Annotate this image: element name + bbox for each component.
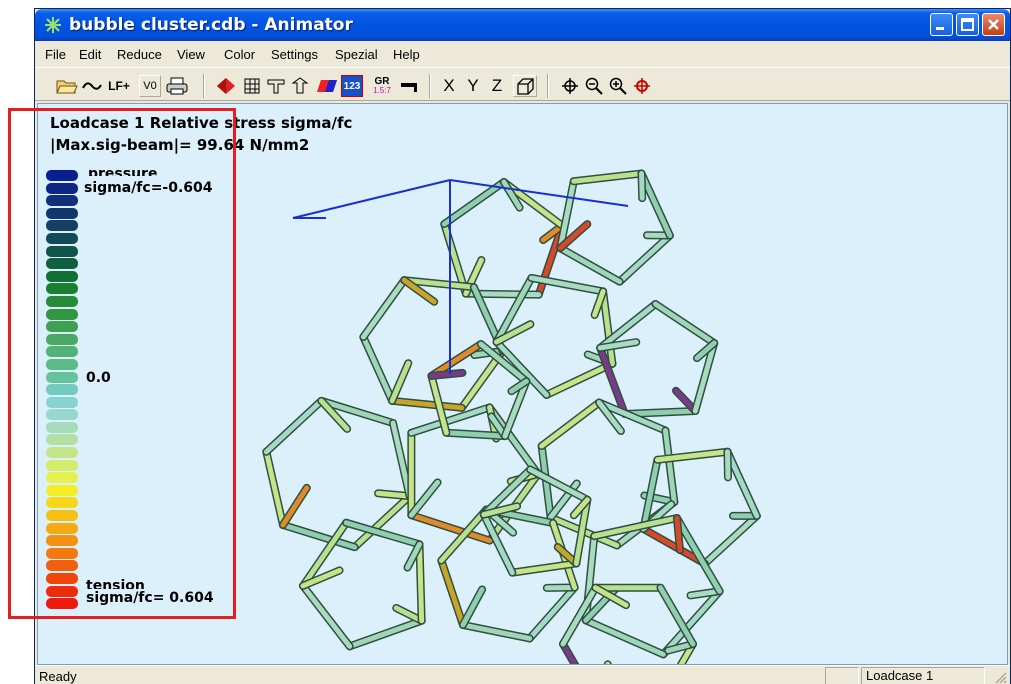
menu-view[interactable]: View: [177, 47, 205, 62]
window-title: bubble cluster.cdb - Animator: [69, 15, 353, 35]
lf-plus-button[interactable]: LF+: [105, 75, 133, 97]
gr-button[interactable]: GR 1.5:7: [369, 75, 395, 97]
status-panel-empty: [825, 667, 859, 684]
beam: [639, 170, 645, 201]
toolbar-separator: [429, 74, 431, 98]
beam: [583, 617, 666, 657]
arrow-right-icon: [401, 83, 417, 92]
menu-reduce[interactable]: Reduce: [117, 47, 162, 62]
support-button[interactable]: [289, 75, 311, 97]
close-icon: [988, 19, 999, 30]
status-text: Ready: [39, 669, 77, 684]
beam: [725, 449, 760, 519]
menu-bar: File Edit Reduce View Color Settings Spe…: [35, 43, 1010, 65]
maximize-button[interactable]: [956, 13, 979, 36]
beam: [652, 301, 717, 346]
t-beam-icon: [267, 79, 285, 94]
beam: [375, 490, 413, 499]
mesh-button[interactable]: [241, 75, 263, 97]
toolbar-separator: [547, 74, 549, 98]
view-y-button[interactable]: Y: [465, 75, 481, 97]
rotate-button[interactable]: [631, 75, 653, 97]
toolbar-separator: [203, 74, 205, 98]
beam: [347, 618, 425, 649]
render-button[interactable]: [215, 75, 237, 97]
beam: [557, 245, 623, 285]
zoom-in-button[interactable]: [607, 75, 629, 97]
beam: [702, 513, 760, 567]
render-icon: [217, 78, 235, 94]
shade-icon: [317, 80, 337, 92]
app-icon: [45, 17, 61, 33]
beam: [460, 622, 533, 641]
beam-button[interactable]: [265, 75, 287, 97]
maximize-icon: [961, 18, 974, 31]
zoom-in-icon: [609, 77, 627, 95]
beam: [300, 583, 353, 649]
resize-grip-icon[interactable]: [993, 670, 1007, 684]
zoom-out-icon: [585, 77, 603, 95]
status-loadcase: Loadcase 1: [861, 667, 985, 684]
axis-line: [292, 179, 451, 219]
beam: [544, 361, 615, 398]
curve-icon: [82, 82, 102, 90]
crosshair-icon: [562, 78, 578, 94]
shade-button[interactable]: [315, 75, 339, 97]
view-z-button[interactable]: Z: [489, 75, 505, 97]
open-file-button[interactable]: [55, 75, 79, 97]
beam: [441, 179, 507, 227]
v0-button[interactable]: V0: [139, 75, 161, 97]
beam: [360, 334, 395, 404]
menu-edit[interactable]: Edit: [79, 47, 101, 62]
support-icon: [291, 77, 309, 94]
rotate-icon: [634, 78, 650, 94]
center-button[interactable]: [559, 75, 581, 97]
beam: [438, 557, 466, 628]
cube-icon: [517, 78, 534, 95]
beam: [617, 233, 673, 285]
beam: [674, 515, 683, 553]
mesh-icon: [244, 78, 260, 94]
curve-button[interactable]: [81, 75, 103, 97]
view-iso-button[interactable]: [513, 75, 537, 97]
numbers-button[interactable]: 123: [341, 75, 363, 97]
beam: [390, 420, 413, 499]
legend-highlight-box: [8, 108, 236, 619]
minimize-button[interactable]: [930, 13, 953, 36]
scale-slider-button[interactable]: [399, 75, 421, 97]
folder-open-icon: [56, 80, 78, 94]
beam: [443, 430, 508, 439]
toolbar: LF+ V0 123 GR 1.5:7 X Y Z: [35, 67, 1010, 101]
close-button[interactable]: [982, 13, 1005, 36]
minimize-icon: [936, 27, 944, 30]
beam: [539, 400, 602, 449]
beam: [360, 277, 407, 340]
beam: [389, 360, 411, 404]
gr-sublabel: 1.5:7: [373, 86, 391, 95]
beam: [280, 485, 310, 528]
menu-file[interactable]: File: [45, 47, 66, 62]
menu-spezial[interactable]: Spezial: [335, 47, 378, 62]
zoom-out-button[interactable]: [583, 75, 605, 97]
beam: [263, 398, 324, 455]
menu-settings[interactable]: Settings: [271, 47, 318, 62]
beam: [263, 449, 286, 528]
print-button[interactable]: [165, 75, 189, 97]
beam: [428, 370, 465, 379]
beam: [460, 586, 485, 628]
beam: [389, 398, 465, 411]
beam: [416, 541, 425, 624]
menu-color[interactable]: Color: [224, 47, 255, 62]
status-bar: Ready Loadcase 1: [35, 665, 1010, 684]
title-bar[interactable]: bubble cluster.cdb - Animator: [35, 9, 1010, 41]
gr-label: GR: [374, 76, 390, 87]
view-x-button[interactable]: X: [441, 75, 457, 97]
printer-icon: [166, 77, 188, 95]
menu-help[interactable]: Help: [393, 47, 420, 62]
